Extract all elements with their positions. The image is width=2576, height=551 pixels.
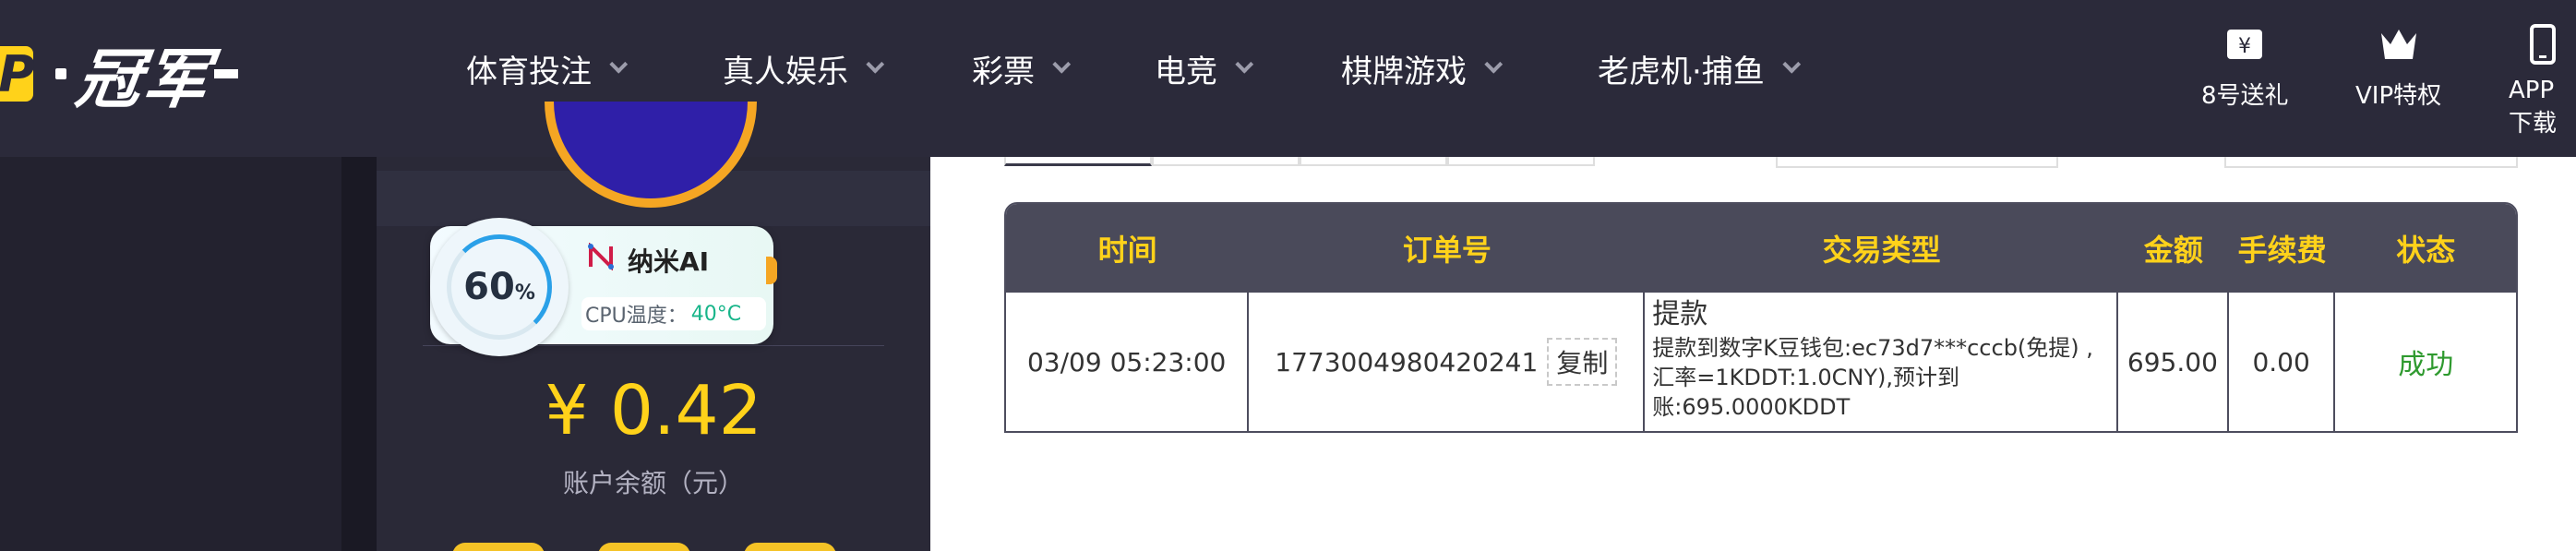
cpu-usage-percent: 60% (463, 266, 535, 308)
record-tab[interactable] (1152, 157, 1300, 166)
account-balance-label: 账户余额（元） (562, 468, 744, 498)
transaction-table: 时间 订单号 交易类型 金额 手续费 状态 03/09 05:23:00 177… (1004, 202, 2518, 433)
type-filter[interactable] (2224, 157, 2518, 168)
svg-text:¥: ¥ (2238, 35, 2251, 58)
logo-tail (214, 69, 238, 78)
status-badge: 成功 (2398, 349, 2454, 381)
nav-label: 体育投注 (466, 53, 592, 90)
percent-value: 60 (463, 266, 515, 308)
column-header-fee: 手续费 (2237, 233, 2327, 268)
nano-ai-logo-icon (587, 242, 615, 271)
order-number: 1773004980420241 (1275, 346, 1539, 377)
header-gift-button[interactable]: ¥ 8号送礼 (2201, 23, 2289, 111)
nav-item-chess-games[interactable]: 棋牌游戏 (1341, 46, 1504, 91)
cell-time: 03/09 05:23:00 (1006, 293, 1250, 431)
cell-status: 成功 (2335, 293, 2516, 431)
cpu-temp-label: CPU温度： (585, 305, 688, 328)
nav-item-slots-fishing[interactable]: 老虎机·捕鱼 (1598, 46, 1801, 91)
copy-order-button[interactable]: 复制 (1547, 338, 1618, 386)
nav-label: 棋牌游戏 (1341, 53, 1467, 90)
cell-type: 提款 提款到数字K豆钱包:ec73d7***cccb(免提) ,汇率=1KDDT… (1645, 293, 2119, 431)
header-icon-label: APP下载 (2509, 77, 2558, 138)
nav-label: 电竞 (1155, 53, 1217, 90)
cell-order-no: 1773004980420241 复制 (1249, 293, 1646, 431)
percent-unit: % (514, 281, 535, 305)
logo-letter: P (0, 44, 35, 103)
date-filter[interactable] (1776, 157, 2058, 168)
column-header-time: 时间 (1097, 233, 1157, 268)
record-tab[interactable] (1300, 157, 1447, 166)
main-nav: 体育投注 真人娱乐 彩票 电竞 棋牌游戏 老虎机·捕鱼 (466, 37, 1801, 100)
table-row: 03/09 05:23:00 1773004980420241 复制 提款 提款… (1006, 293, 2516, 431)
header-app-download-button[interactable]: APP下载 (2509, 23, 2576, 138)
avatar-image (545, 102, 757, 208)
chevron-down-icon (1052, 54, 1072, 74)
record-tab[interactable] (1004, 157, 1152, 166)
top-header: P 冠军 体育投注 真人娱乐 彩票 电竞 棋牌游戏 老虎机·捕鱼 ¥ 8号送礼 … (0, 0, 2576, 157)
account-action-button[interactable] (744, 543, 836, 551)
account-action-button[interactable] (598, 543, 690, 551)
account-action-button[interactable] (452, 543, 545, 551)
nav-label: 老虎机·捕鱼 (1598, 53, 1765, 90)
chevron-down-icon (866, 54, 885, 74)
account-balance: ¥ 0.42 (545, 371, 762, 450)
column-header-order-no: 订单号 (1402, 233, 1492, 268)
transaction-type-title: 提款 (1652, 298, 1708, 330)
nav-item-esports[interactable]: 电竞 (1155, 46, 1254, 91)
ai-widget-edge (766, 257, 777, 284)
chevron-down-icon (1782, 54, 1801, 74)
brand-logo[interactable]: P 冠军 (0, 32, 238, 117)
chevron-down-icon (1235, 54, 1254, 74)
header-icon-label: 8号送礼 (2201, 82, 2289, 110)
nav-item-live-casino[interactable]: 真人娱乐 (723, 46, 885, 91)
ticket-icon: ¥ (2223, 23, 2266, 66)
header-vip-button[interactable]: VIP特权 (2355, 23, 2441, 111)
sidebar-rail (341, 157, 377, 551)
crown-icon (2378, 23, 2420, 66)
chevron-down-icon (1484, 54, 1504, 74)
chevron-down-icon (609, 54, 629, 74)
cpu-usage-gauge: 60% (430, 218, 569, 356)
record-tabs (1004, 157, 1595, 168)
logo-text: 冠军 (71, 41, 215, 117)
nav-item-sports[interactable]: 体育投注 (466, 46, 629, 91)
column-header-amount: 金额 (2143, 233, 2203, 268)
avatar[interactable] (545, 102, 757, 208)
column-header-status: 状态 (2396, 233, 2456, 268)
cell-fee: 0.00 (2229, 293, 2336, 431)
phone-icon (2522, 23, 2564, 66)
record-tab[interactable] (1447, 157, 1595, 166)
logo-dot (55, 68, 66, 79)
table-header: 时间 订单号 交易类型 金额 手续费 状态 (1006, 204, 2516, 293)
cpu-temperature: CPU温度： 40°C (581, 297, 766, 330)
transaction-type-description: 提款到数字K豆钱包:ec73d7***cccb(免提) ,汇率=1KDDT:1.… (1652, 335, 2093, 420)
cell-amount: 695.00 (2118, 293, 2229, 431)
column-header-type: 交易类型 (1822, 233, 1941, 268)
cpu-temp-value: 40°C (690, 302, 742, 326)
nav-label: 真人娱乐 (723, 53, 848, 90)
ai-widget-name: 纳米AI (628, 246, 710, 277)
nav-label: 彩票 (972, 53, 1035, 90)
nav-item-lottery[interactable]: 彩票 (972, 46, 1072, 91)
header-icon-label: VIP特权 (2355, 82, 2442, 110)
